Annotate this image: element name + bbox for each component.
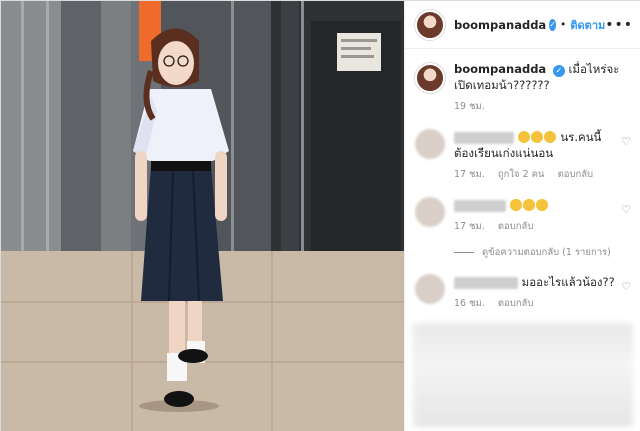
heart-eyes-emoji-icon bbox=[509, 199, 522, 211]
reply-button[interactable]: ตอบกลับ bbox=[558, 169, 594, 180]
reply-button[interactable]: ตอบกลับ bbox=[498, 221, 534, 232]
commenter-username-redacted bbox=[454, 199, 506, 212]
laughing-emoji-icon bbox=[530, 131, 543, 143]
comment-time: 16 ชม. bbox=[454, 298, 485, 309]
heart-icon[interactable]: ♡ bbox=[621, 203, 631, 216]
commenter-avatar[interactable] bbox=[415, 197, 445, 227]
heart-icon[interactable]: ♡ bbox=[621, 135, 631, 148]
verified-badge-icon: ✓ bbox=[552, 65, 565, 77]
follow-button[interactable]: ติดตาม bbox=[570, 16, 605, 34]
comment-item: มออะไรแล้วน้อง?? 16 ชม. ตอบกลับ ♡ bbox=[405, 274, 640, 312]
header-separator: • bbox=[559, 18, 567, 31]
heart-icon[interactable]: ♡ bbox=[621, 280, 631, 293]
more-options-icon[interactable]: ••• bbox=[605, 17, 633, 33]
caption-time: 19 ชม. bbox=[454, 101, 485, 112]
comments-panel: boompanadda ✓ • ติดตาม ••• boompanadda ✓… bbox=[404, 1, 640, 431]
commenter-avatar[interactable] bbox=[415, 129, 445, 159]
post-caption: boompanadda ✓ เมื่อไหร่จะเปิดเทอมน้า????… bbox=[405, 49, 640, 115]
caption-username[interactable]: boompanadda bbox=[454, 62, 546, 76]
author-avatar[interactable] bbox=[415, 9, 445, 40]
laughing-emoji-icon bbox=[543, 131, 556, 143]
commenter-username-redacted bbox=[454, 276, 518, 289]
comment-time: 17 ชม. bbox=[454, 169, 485, 180]
instagram-post: boompanadda ✓ • ติดตาม ••• boompanadda ✓… bbox=[0, 0, 640, 431]
author-username[interactable]: boompanadda bbox=[454, 18, 546, 32]
redacted-footer bbox=[413, 323, 633, 427]
comment-text: มออะไรแล้วน้อง?? bbox=[521, 275, 615, 289]
view-replies-label: ดูข้อความตอบกลับ (1 รายการ) bbox=[482, 247, 611, 258]
commenter-avatar[interactable] bbox=[415, 274, 445, 304]
comment-likes[interactable]: ถูกใจ 2 คน bbox=[498, 169, 545, 180]
caption-avatar[interactable] bbox=[415, 63, 445, 93]
comment-time: 17 ชม. bbox=[454, 221, 485, 232]
view-replies-button[interactable]: ดูข้อความตอบกลับ (1 รายการ) bbox=[405, 245, 640, 260]
post-header: boompanadda ✓ • ติดตาม ••• bbox=[405, 1, 640, 49]
replies-divider bbox=[454, 252, 474, 253]
heart-eyes-emoji-icon bbox=[535, 199, 548, 211]
verified-badge-icon: ✓ bbox=[549, 18, 556, 31]
laughing-emoji-icon bbox=[517, 131, 530, 143]
commenter-username-redacted bbox=[454, 131, 514, 144]
post-photo[interactable] bbox=[1, 1, 404, 431]
comment-item: 17 ชม. ตอบกลับ ♡ bbox=[405, 197, 640, 235]
photo-illustration bbox=[1, 1, 404, 431]
heart-eyes-emoji-icon bbox=[522, 199, 535, 211]
reply-button[interactable]: ตอบกลับ bbox=[498, 298, 534, 309]
comment-item: นร.คนนี้ ต้องเรียนเก่งแน่นอน 17 ชม. ถูกใ… bbox=[405, 129, 640, 183]
